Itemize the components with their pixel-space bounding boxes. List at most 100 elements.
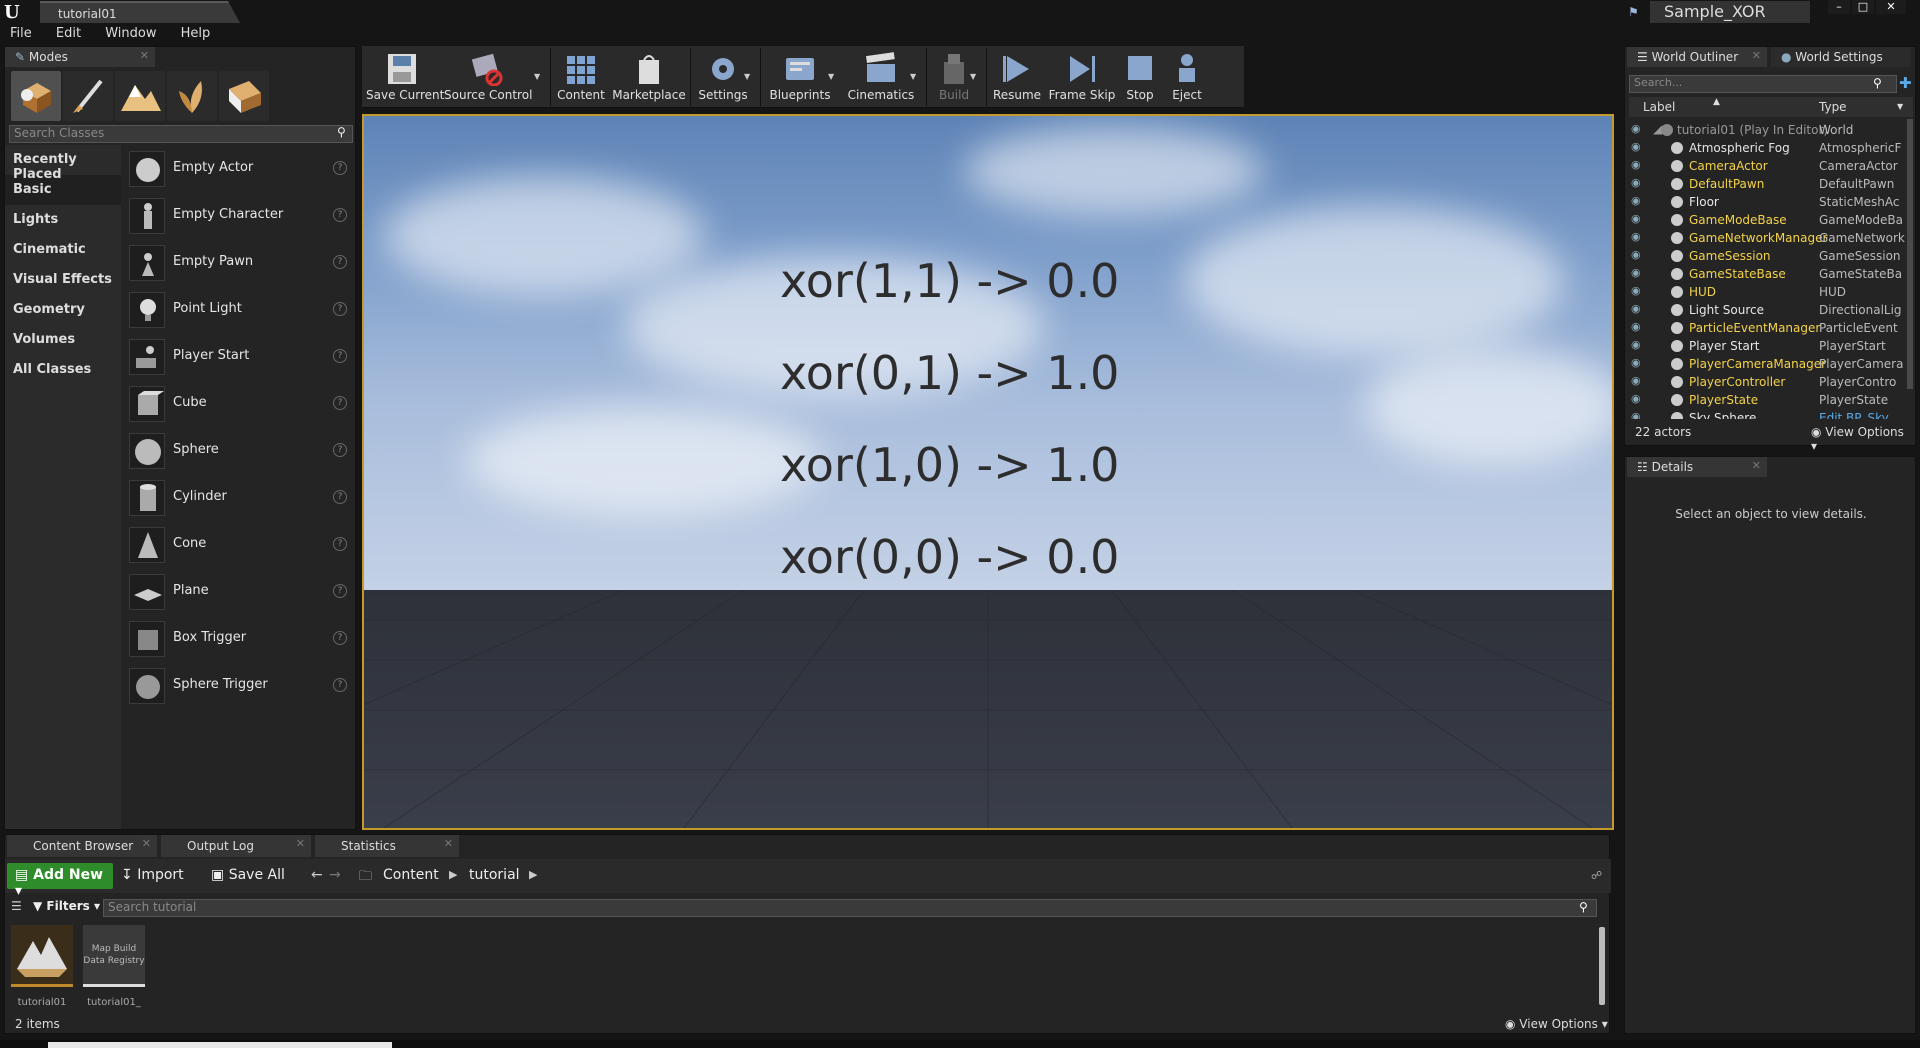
list-item[interactable]: Box Trigger? bbox=[123, 617, 355, 661]
list-item[interactable]: Cylinder? bbox=[123, 476, 355, 520]
forward-arrow-icon[interactable]: → bbox=[329, 867, 341, 883]
help-icon[interactable]: ? bbox=[333, 631, 347, 645]
map-build-data-thumbnail[interactable]: Map Build Data Registry bbox=[83, 925, 145, 987]
breadcrumb-tutorial[interactable]: tutorial bbox=[469, 867, 520, 883]
help-icon[interactable]: ? bbox=[333, 490, 347, 504]
tab-details[interactable]: ☷ Details ✕ bbox=[1627, 457, 1767, 477]
list-item[interactable]: Sphere? bbox=[123, 429, 355, 473]
menu-help[interactable]: Help bbox=[171, 24, 221, 41]
help-icon[interactable]: ? bbox=[333, 678, 347, 692]
menu-window[interactable]: Window bbox=[95, 24, 166, 41]
table-row[interactable]: ◉ Atmospheric Fog AtmosphericF bbox=[1629, 139, 1907, 157]
list-item[interactable]: Cube? bbox=[123, 382, 355, 426]
lock-icon[interactable]: ☍ bbox=[1591, 869, 1602, 882]
help-icon[interactable]: ? bbox=[333, 255, 347, 269]
menu-edit[interactable]: Edit bbox=[46, 24, 91, 41]
table-row[interactable]: ◉ Player Start PlayerStart bbox=[1629, 337, 1907, 355]
foliage-mode-icon[interactable] bbox=[167, 71, 217, 121]
add-new-button[interactable]: ▤ Add New ▾ bbox=[7, 863, 113, 899]
close-icon[interactable]: ✕ bbox=[1752, 49, 1761, 62]
breadcrumb-arrow-icon[interactable]: ▶ bbox=[449, 868, 457, 881]
outliner-search-input[interactable]: Search... bbox=[1629, 75, 1897, 93]
save-current-button[interactable]: Save Current bbox=[366, 50, 444, 106]
list-item[interactable]: Sphere Trigger? bbox=[123, 664, 355, 708]
column-type[interactable]: Type bbox=[1819, 100, 1847, 114]
table-row[interactable]: ◉ GameStateBase GameStateBa bbox=[1629, 265, 1907, 283]
breadcrumb-content[interactable]: Content bbox=[383, 867, 439, 883]
import-button[interactable]: ↧ Import bbox=[121, 867, 184, 883]
category-geometry[interactable]: Geometry bbox=[5, 295, 121, 325]
table-row[interactable]: ◉ GameModeBase GameModeBa bbox=[1629, 211, 1907, 229]
category-cinematic[interactable]: Cinematic bbox=[5, 235, 121, 265]
level-document-tab[interactable]: tutorial01 bbox=[40, 1, 240, 23]
table-row[interactable]: ◉ GameNetworkManager GameNetwork bbox=[1629, 229, 1907, 247]
eject-button[interactable]: Eject bbox=[1164, 50, 1210, 106]
eye-icon[interactable]: ◉ bbox=[1631, 194, 1641, 207]
eye-icon[interactable]: ◉ bbox=[1631, 248, 1641, 261]
eye-icon[interactable]: ◉ bbox=[1631, 158, 1641, 171]
help-icon[interactable]: ? bbox=[333, 161, 347, 175]
place-mode-icon[interactable] bbox=[11, 71, 61, 121]
settings-dropdown-icon[interactable]: ▼ bbox=[744, 72, 750, 81]
level-viewport[interactable]: xor(1,1) -> 0.0 xor(0,1) -> 1.0 xor(1,0)… bbox=[362, 114, 1614, 830]
source-control-dropdown-icon[interactable]: ▼ bbox=[534, 72, 540, 81]
filters-button[interactable]: ▼ Filters ▾ bbox=[33, 899, 100, 913]
back-arrow-icon[interactable]: ← bbox=[311, 867, 323, 883]
close-icon[interactable]: ✕ bbox=[140, 49, 149, 62]
view-options-button[interactable]: ◉ View Options ▾ bbox=[1811, 425, 1913, 453]
view-options-button[interactable]: ◉ View Options ▾ bbox=[1505, 1017, 1608, 1031]
paint-mode-icon[interactable] bbox=[63, 71, 113, 121]
breadcrumb-arrow-icon[interactable]: ▶ bbox=[529, 868, 537, 881]
save-all-button[interactable]: ▣ Save All bbox=[211, 867, 285, 883]
help-icon[interactable]: ? bbox=[333, 537, 347, 551]
cinematics-dropdown-icon[interactable]: ▼ bbox=[910, 72, 916, 81]
tab-world-settings[interactable]: ● World Settings bbox=[1771, 47, 1911, 67]
close-icon[interactable]: ✕ bbox=[142, 837, 151, 850]
sources-toggle-icon[interactable]: ☰ bbox=[11, 899, 22, 913]
eye-icon[interactable]: ◉ bbox=[1631, 212, 1641, 225]
eye-icon[interactable]: ◉ bbox=[1631, 410, 1641, 419]
minimize-button[interactable]: – bbox=[1828, 0, 1850, 14]
table-row[interactable]: ◉ Sky Sphere Edit BP_Sky bbox=[1629, 409, 1907, 419]
eye-icon[interactable]: ◉ bbox=[1631, 302, 1641, 315]
category-lights[interactable]: Lights bbox=[5, 205, 121, 235]
help-icon[interactable]: ? bbox=[333, 443, 347, 457]
frame-skip-button[interactable]: Frame Skip bbox=[1048, 50, 1116, 106]
chevron-down-icon[interactable]: ▼ bbox=[1897, 102, 1903, 111]
actor-type-link[interactable]: Edit BP_Sky bbox=[1819, 411, 1907, 419]
close-icon[interactable]: ✕ bbox=[296, 837, 305, 850]
geometry-mode-icon[interactable] bbox=[219, 71, 269, 121]
list-item[interactable]: Empty Pawn? bbox=[123, 241, 355, 285]
help-icon[interactable]: ? bbox=[333, 208, 347, 222]
list-item[interactable]: Empty Actor? bbox=[123, 147, 355, 191]
list-item[interactable]: Plane? bbox=[123, 570, 355, 614]
eye-icon[interactable]: ◉ bbox=[1631, 122, 1641, 135]
column-label[interactable]: Label bbox=[1643, 100, 1675, 114]
close-window-button[interactable]: ✕ bbox=[1876, 0, 1906, 14]
eye-icon[interactable]: ◉ bbox=[1631, 284, 1641, 297]
search-classes-input[interactable]: Search Classes bbox=[9, 125, 353, 143]
table-row[interactable]: ◉ CameraActor CameraActor bbox=[1629, 157, 1907, 175]
resume-button[interactable]: Resume bbox=[990, 50, 1044, 106]
eye-icon[interactable]: ◉ bbox=[1631, 356, 1641, 369]
tab-output-log[interactable]: Output Log ✕ bbox=[161, 835, 311, 857]
category-recently-placed[interactable]: Recently Placed bbox=[5, 145, 121, 182]
eye-icon[interactable]: ◉ bbox=[1631, 374, 1641, 387]
outliner-scrollbar[interactable] bbox=[1907, 119, 1913, 389]
category-visual-effects[interactable]: Visual Effects bbox=[5, 265, 121, 295]
tab-statistics[interactable]: Statistics ✕ bbox=[315, 835, 459, 857]
list-item[interactable]: Player Start? bbox=[123, 335, 355, 379]
content-scrollbar[interactable] bbox=[1599, 927, 1605, 1005]
category-all-classes[interactable]: All Classes bbox=[5, 355, 121, 385]
level-asset-thumbnail[interactable] bbox=[11, 925, 73, 987]
eye-icon[interactable]: ◉ bbox=[1631, 230, 1641, 243]
blueprints-button[interactable]: Blueprints bbox=[764, 50, 836, 106]
eye-icon[interactable]: ◉ bbox=[1631, 392, 1641, 405]
help-icon[interactable]: ? bbox=[333, 584, 347, 598]
table-row[interactable]: ◉ Light Source DirectionalLig bbox=[1629, 301, 1907, 319]
table-row[interactable]: ◉ Floor StaticMeshAc bbox=[1629, 193, 1907, 211]
cinematics-button[interactable]: Cinematics bbox=[844, 50, 918, 106]
eye-icon[interactable]: ◉ bbox=[1631, 266, 1641, 279]
list-item[interactable]: Empty Character? bbox=[123, 194, 355, 238]
close-icon[interactable]: ✕ bbox=[1752, 459, 1761, 472]
